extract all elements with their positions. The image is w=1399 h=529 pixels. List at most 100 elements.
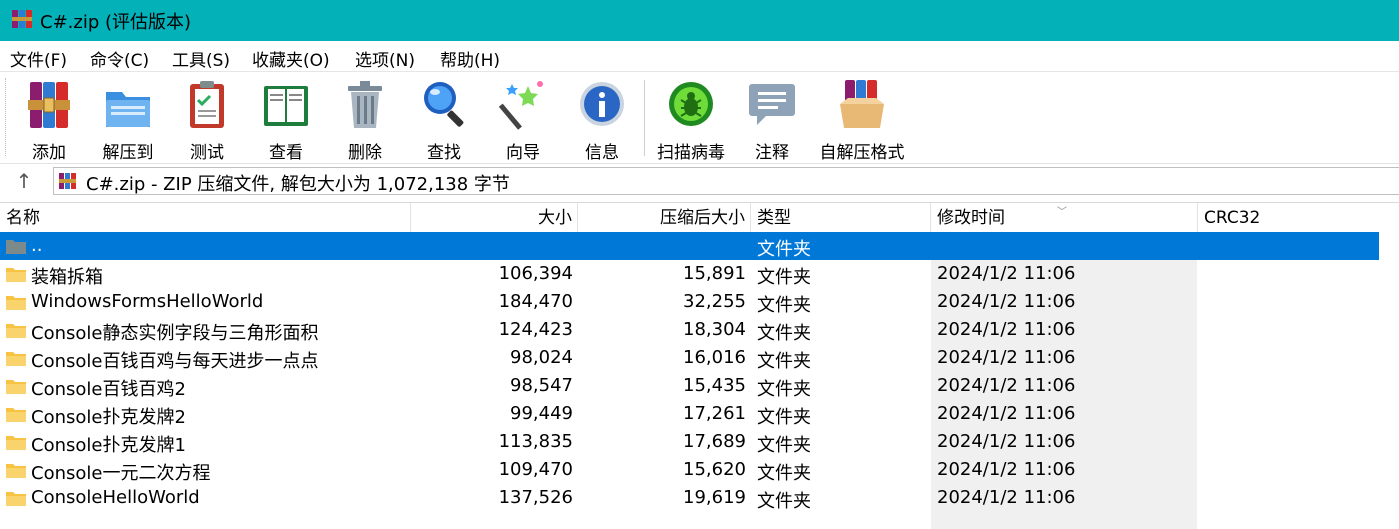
file-packed-size: 18,304 — [683, 319, 746, 340]
folder-icon — [6, 268, 26, 282]
file-modified: 2024/1/2 11:06 — [937, 459, 1076, 480]
folder-icon — [6, 408, 26, 422]
file-size: 113,835 — [498, 431, 573, 452]
file-name: ConsoleHelloWorld — [31, 487, 200, 508]
wizard-wand-icon — [498, 81, 543, 130]
test-button-label: 测试 — [190, 143, 224, 163]
file-packed-size: 19,619 — [683, 487, 746, 508]
file-modified: 2024/1/2 11:06 — [937, 347, 1076, 368]
menu-help[interactable]: 帮助(H) — [440, 46, 500, 71]
menu-bar: 文件(F) 命令(C) 工具(S) 收藏夹(O) 选项(N) 帮助(H) — [0, 41, 1399, 71]
extract-folder-icon — [106, 92, 150, 127]
table-row[interactable]: Console百钱百鸡2 98,547 15,435 文件夹 2024/1/2 … — [0, 372, 1399, 400]
table-row-parent[interactable]: .. 文件夹 — [0, 232, 1379, 260]
file-size: 124,423 — [498, 319, 573, 340]
toolbar-grip[interactable] — [5, 78, 9, 156]
file-name: Console一元二次方程 — [31, 463, 211, 484]
file-type: 文件夹 — [757, 267, 811, 288]
sfx-button[interactable]: 自解压格式 — [820, 78, 905, 163]
menu-file[interactable]: 文件(F) — [10, 46, 67, 71]
delete-button[interactable]: 删除 — [330, 78, 400, 163]
table-row[interactable]: Console静态实例字段与三角形面积 124,423 18,304 文件夹 2… — [0, 316, 1399, 344]
file-name: .. — [31, 235, 43, 256]
file-type: 文件夹 — [757, 351, 811, 372]
file-modified: 2024/1/2 11:06 — [937, 291, 1076, 312]
find-button[interactable]: 查找 — [409, 78, 479, 163]
add-button[interactable]: 添加 — [14, 78, 84, 163]
wizard-button-label: 向导 — [506, 143, 540, 163]
file-type: 文件夹 — [757, 379, 811, 400]
folder-icon — [6, 380, 26, 394]
file-size: 106,394 — [498, 263, 573, 284]
table-row[interactable]: Console一元二次方程 109,470 15,620 文件夹 2024/1/… — [0, 456, 1399, 484]
file-size: 98,547 — [510, 375, 573, 396]
file-packed-size: 32,255 — [683, 291, 746, 312]
test-clipboard-icon — [190, 81, 224, 128]
info-button[interactable]: 信息 — [567, 78, 637, 163]
column-header-packed[interactable]: 压缩后大小 — [578, 203, 751, 233]
file-packed-size: 17,689 — [683, 431, 746, 452]
file-packed-size: 15,620 — [683, 459, 746, 480]
file-type: 文件夹 — [757, 463, 811, 484]
wizard-button[interactable]: 向导 — [488, 78, 558, 163]
virus-scan-button[interactable]: 扫描病毒 — [656, 78, 726, 163]
info-button-label: 信息 — [585, 143, 619, 163]
file-type: 文件夹 — [757, 435, 811, 456]
test-button[interactable]: 测试 — [172, 78, 242, 163]
trash-icon — [348, 81, 382, 128]
sort-descending-icon: ﹀ — [1057, 207, 1067, 218]
file-packed-size: 17,261 — [683, 403, 746, 424]
table-row[interactable]: WindowsFormsHelloWorld 184,470 32,255 文件… — [0, 288, 1399, 316]
folder-icon — [6, 492, 26, 506]
sfx-archive-icon — [840, 80, 884, 128]
file-packed-size: 15,891 — [683, 263, 746, 284]
file-modified: 2024/1/2 11:06 — [937, 403, 1076, 424]
title-bar: C#.zip (评估版本) — [0, 0, 1399, 41]
column-header-name[interactable]: 名称 — [0, 203, 411, 233]
address-field[interactable]: C#.zip - ZIP 压缩文件, 解包大小为 1,072,138 字节 — [53, 167, 1399, 195]
window-title: C#.zip (评估版本) — [40, 12, 192, 33]
magnifier-icon — [424, 82, 464, 127]
column-header-crc[interactable]: CRC32 — [1198, 203, 1399, 233]
add-archive-icon — [28, 82, 70, 128]
find-button-label: 查找 — [427, 143, 461, 163]
view-button-label: 查看 — [269, 143, 303, 163]
table-row[interactable]: Console百钱百鸡与每天进步一点点 98,024 16,016 文件夹 20… — [0, 344, 1399, 372]
column-header-type[interactable]: 类型 — [751, 203, 931, 233]
menu-options[interactable]: 选项(N) — [355, 46, 415, 71]
address-bar: ↑ C#.zip - ZIP 压缩文件, 解包大小为 1,072,138 字节 — [0, 163, 1399, 198]
toolbar-separator — [644, 80, 645, 156]
table-row[interactable]: Console扑克发牌1 113,835 17,689 文件夹 2024/1/2… — [0, 428, 1399, 456]
extract-to-button[interactable]: 解压到 — [93, 78, 163, 163]
view-button[interactable]: 查看 — [251, 78, 321, 163]
menu-favorites[interactable]: 收藏夹(O) — [252, 46, 330, 71]
file-packed-size: 15,435 — [683, 375, 746, 396]
file-name: WindowsFormsHelloWorld — [31, 291, 264, 312]
address-text: C#.zip - ZIP 压缩文件, 解包大小为 1,072,138 字节 — [86, 174, 510, 195]
menu-commands[interactable]: 命令(C) — [90, 46, 149, 71]
parent-folder-icon — [6, 240, 26, 254]
table-row[interactable]: ConsoleHelloWorld 137,526 19,619 文件夹 202… — [0, 484, 1399, 512]
file-modified: 2024/1/2 11:06 — [937, 431, 1076, 452]
file-name: Console扑克发牌2 — [31, 407, 186, 428]
table-row[interactable]: Console扑克发牌2 99,449 17,261 文件夹 2024/1/2 … — [0, 400, 1399, 428]
file-type: 文件夹 — [757, 407, 811, 428]
folder-icon — [6, 436, 26, 450]
folder-icon — [6, 464, 26, 478]
comment-button-label: 注释 — [755, 143, 789, 163]
comment-button[interactable]: 注释 — [737, 78, 807, 163]
info-icon — [580, 82, 624, 126]
column-header-size[interactable]: 大小 — [411, 203, 578, 233]
file-type: 文件夹 — [757, 239, 811, 260]
table-row[interactable]: 装箱拆箱 106,394 15,891 文件夹 2024/1/2 11:06 — [0, 260, 1399, 288]
file-list-header: 名称 大小 压缩后大小 类型 修改时间 ﹀ CRC32 — [0, 202, 1399, 233]
up-arrow-icon[interactable]: ↑ — [12, 171, 36, 193]
virus-scan-icon — [669, 82, 713, 126]
folder-icon — [6, 296, 26, 310]
file-size: 98,024 — [510, 347, 573, 368]
sfx-button-label: 自解压格式 — [819, 143, 905, 163]
menu-tools[interactable]: 工具(S) — [172, 46, 230, 71]
add-button-label: 添加 — [32, 143, 66, 163]
delete-button-label: 删除 — [348, 143, 382, 163]
file-name: 装箱拆箱 — [31, 267, 103, 288]
